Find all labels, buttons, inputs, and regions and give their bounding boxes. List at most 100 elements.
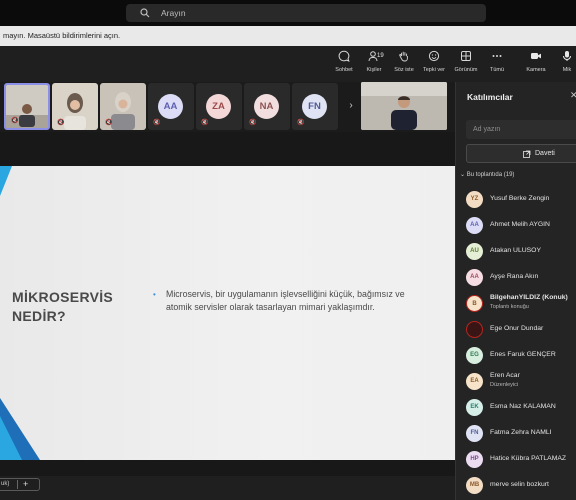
list-item[interactable]: YZ Yusuf Berke Zengin	[456, 187, 576, 213]
more-icon	[482, 50, 512, 64]
shared-slide: MİKROSERVİS NEDİR? • Microservis, bir uy…	[0, 166, 455, 460]
avatar: EG	[466, 347, 483, 364]
participant-role: Düzenleyici	[490, 382, 519, 388]
presenter-label: uk)	[1, 481, 10, 487]
slide-title: MİKROSERVİS NEDİR?	[12, 289, 114, 324]
panel-title: Katılımcılar	[467, 92, 513, 102]
react-label: Tepki ver	[422, 67, 445, 73]
participant-name: merve selin bozkurt	[490, 481, 549, 488]
list-item[interactable]: HP Hatice Kübra PATLAMAZ	[456, 447, 576, 473]
list-item[interactable]: MB merve selin bozkurt	[456, 473, 576, 499]
avatar: ZA	[206, 94, 231, 119]
participants-panel: Katılımcılar ✕ Ad yazın Daveti ⌄ Bu topl…	[455, 82, 576, 500]
avatar-tile[interactable]: NA 🔇	[244, 83, 290, 130]
mic-icon	[557, 50, 576, 64]
presenter-bar: uk) +	[0, 476, 455, 500]
react-button[interactable]: Tepki ver	[419, 50, 449, 73]
list-item[interactable]: AU Atakan ULUSOY	[456, 239, 576, 265]
presenter-pill[interactable]: uk) +	[0, 478, 40, 491]
participant-name: Enes Faruk GENÇER	[490, 351, 556, 358]
avatar: EK	[466, 399, 483, 416]
view-button[interactable]: Görünüm	[451, 50, 481, 73]
camera-label: Kamera	[526, 67, 546, 73]
participant-name: Hatice Kübra PATLAMAZ	[490, 455, 567, 462]
self-video	[361, 82, 447, 130]
list-item[interactable]: AA Ayşe Rana Akın	[456, 265, 576, 291]
more-button[interactable]: Tümü	[482, 50, 512, 73]
chat-label: Sohbet	[335, 67, 353, 73]
share-icon	[523, 145, 531, 165]
avatar: FN	[466, 425, 483, 442]
chevron-down-icon: ⌄	[460, 172, 466, 178]
video-tile[interactable]: 🔇	[52, 83, 98, 130]
grid-view-icon	[451, 50, 481, 64]
notification-banner: mayın. Masaüstü bildirimlerini açın.	[0, 26, 576, 46]
participant-name: Ege Onur Dundar	[490, 325, 544, 332]
bullet-icon: •	[153, 290, 156, 299]
participant-list: YZ Yusuf Berke Zengin AA Ahmet Melih AYGIN A…	[456, 187, 576, 499]
close-icon[interactable]: ✕	[570, 90, 576, 101]
avatar: FN	[302, 94, 327, 119]
search-icon	[140, 7, 151, 19]
video-tile[interactable]: 🔇	[100, 83, 146, 130]
self-video-tile[interactable]	[361, 82, 447, 130]
title-bar: Arayın	[0, 0, 576, 26]
list-item[interactable]: Ege Onur Dundar	[456, 317, 576, 343]
list-item[interactable]: AA Ahmet Melih AYGIN	[456, 213, 576, 239]
people-button[interactable]: 19 Kişiler	[359, 50, 389, 73]
avatar: AA	[158, 94, 183, 119]
divider	[17, 480, 18, 489]
muted-mic-icon: 🔇	[57, 120, 65, 126]
avatar: HP	[466, 451, 483, 468]
people-label: Kişiler	[366, 67, 382, 73]
raise-hand-button[interactable]: Söz iste	[389, 50, 419, 73]
avatar: AU	[466, 243, 483, 260]
participant-name: Atakan ULUSOY	[490, 247, 541, 254]
mic-label: Mik	[562, 67, 572, 73]
chat-icon	[329, 50, 359, 64]
muted-mic-icon: 🔇	[11, 118, 19, 124]
more-label: Tümü	[489, 67, 505, 73]
hand-icon	[389, 50, 419, 64]
list-item[interactable]: FN Fatma Zehra NAMLI	[456, 421, 576, 447]
participant-role: Toplantı konuğu	[490, 304, 529, 310]
participant-name: Ayşe Rana Akın	[490, 273, 539, 280]
avatar: B	[466, 295, 483, 312]
meeting-toolbar: Sohbet 19 Kişiler Söz iste Tepki ver Gör…	[0, 46, 576, 82]
list-item[interactable]: EG Enes Faruk GENÇER	[456, 343, 576, 369]
plus-icon[interactable]: +	[23, 479, 28, 490]
search-box[interactable]: Arayın	[126, 4, 486, 22]
video-tile[interactable]: 🔇	[4, 83, 50, 130]
avatar: NA	[254, 94, 279, 119]
participant-name: Ahmet Melih AYGIN	[490, 221, 550, 228]
avatar: AA	[466, 217, 483, 234]
raise-hand-label: Söz iste	[394, 67, 414, 73]
list-item[interactable]: B BilgehanYILDIZ (Konuk) Toplantı konuğu	[456, 291, 576, 317]
participant-name: BilgehanYILDIZ (Konuk)	[490, 294, 568, 301]
camera-icon	[519, 50, 553, 64]
people-icon	[359, 50, 389, 64]
section-header[interactable]: ⌄ Bu toplantıda (19)	[460, 171, 514, 178]
emoji-icon	[419, 50, 449, 64]
muted-mic-icon: 🔇	[297, 120, 305, 126]
camera-button[interactable]: Kamera	[519, 50, 553, 73]
avatar: AA	[466, 269, 483, 286]
muted-mic-icon: 🔇	[153, 120, 161, 126]
avatar-tile[interactable]: AA 🔇	[148, 83, 194, 130]
muted-mic-icon: 🔇	[249, 120, 257, 126]
invite-label: Daveti	[535, 150, 555, 157]
invite-button[interactable]: Daveti	[466, 144, 576, 163]
participant-name: Fatma Zehra NAMLI	[490, 429, 552, 436]
list-item[interactable]: EK Esma Naz KALAMAN	[456, 395, 576, 421]
avatar: EA	[466, 373, 483, 390]
chevron-right-icon[interactable]: ›	[345, 99, 357, 113]
avatar-tile[interactable]: FN 🔇	[292, 83, 338, 130]
chat-button[interactable]: Sohbet	[329, 50, 359, 73]
mic-button[interactable]: Mik	[557, 50, 576, 73]
avatar	[466, 321, 483, 338]
avatar-tile[interactable]: ZA 🔇	[196, 83, 242, 130]
muted-mic-icon: 🔇	[105, 120, 113, 126]
participant-search-input[interactable]: Ad yazın	[466, 120, 576, 139]
list-item[interactable]: EA Eren Acar Düzenleyici	[456, 369, 576, 395]
participant-name: Esma Naz KALAMAN	[490, 403, 556, 410]
